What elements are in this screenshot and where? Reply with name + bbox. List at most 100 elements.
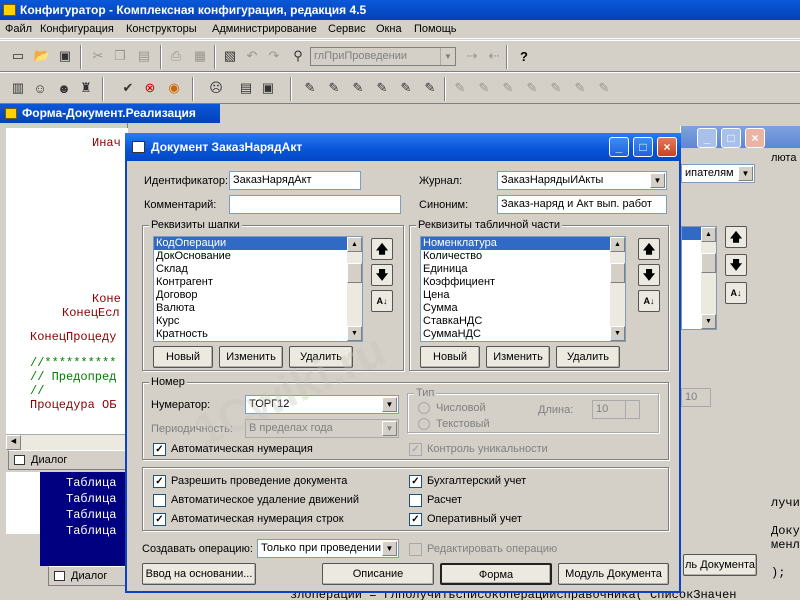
scroll-down-icon[interactable]: ▼ (610, 326, 625, 341)
preview-icon[interactable]: ▦ (190, 46, 210, 66)
wizard-1-icon[interactable]: ✎ (300, 78, 320, 98)
form-designer-icon[interactable]: ▣ (258, 78, 278, 98)
scroll-down-icon[interactable]: ▼ (347, 326, 362, 341)
chevron-down-icon[interactable]: ▼ (382, 541, 397, 556)
header-move-up-button[interactable]: 🡅 (371, 238, 393, 260)
header-attrs-scrollbar[interactable]: ▲ ▼ (347, 237, 362, 341)
wizard-8-icon[interactable]: ✎ (474, 78, 494, 98)
wizard-4-icon[interactable]: ✎ (372, 78, 392, 98)
menu-designers[interactable]: Конструкторы (126, 23, 197, 35)
table-new-button[interactable]: Новый (420, 346, 480, 368)
comment-input[interactable] (229, 195, 401, 214)
list-item[interactable]: Единица (421, 263, 625, 276)
spinner-arrows-icon[interactable] (625, 401, 639, 418)
list-item[interactable]: Кратность (154, 328, 362, 341)
report-designer-icon[interactable]: ▤ (236, 78, 256, 98)
config-tree-icon[interactable]: ▥ (8, 78, 28, 98)
synonym-input[interactable]: Заказ-наряд и Акт вып. работ (497, 195, 667, 214)
find-icon[interactable]: ⚲ (288, 46, 308, 66)
list-item[interactable]: Склад (154, 263, 362, 276)
wizard-11-icon[interactable]: ✎ (546, 78, 566, 98)
numerator-select[interactable]: ТОРГ12 ▼ (245, 395, 399, 414)
header-delete-button[interactable]: Удалить (289, 346, 353, 368)
list-item[interactable]: Коэффициент (421, 276, 625, 289)
wizard-12-icon[interactable]: ✎ (570, 78, 590, 98)
chevron-down-icon[interactable]: ▼ (382, 397, 397, 412)
accounting-checkbox[interactable]: ✓ (409, 475, 422, 488)
operational-checkbox[interactable]: ✓ (409, 513, 422, 526)
cut-icon[interactable]: ✂ (88, 46, 108, 66)
undo-icon[interactable]: ↶ (242, 46, 262, 66)
close-icon[interactable]: × (745, 128, 765, 148)
menu-administration[interactable]: Администрирование (212, 23, 317, 35)
length-spinner[interactable]: 10 (592, 400, 640, 419)
form-window-title-bar[interactable]: Форма-Документ.Реализация (0, 104, 220, 123)
list-item[interactable]: Номенклатура (421, 237, 625, 250)
form-button[interactable]: Форма (440, 563, 552, 585)
menu-help[interactable]: Помощь (414, 23, 457, 35)
wizard-7-icon[interactable]: ✎ (450, 78, 470, 98)
scroll-left-icon[interactable]: ◀ (6, 435, 21, 450)
chevron-down-icon[interactable]: ▼ (738, 166, 753, 181)
scroll-thumb[interactable] (347, 263, 362, 283)
properties-icon[interactable]: ▧ (220, 46, 240, 66)
type-text-radio[interactable] (418, 418, 430, 430)
help-icon[interactable]: ? (514, 46, 534, 66)
edit-operation-checkbox[interactable] (409, 543, 422, 556)
scroll-up-icon[interactable]: ▲ (347, 237, 362, 252)
scroll-down-icon[interactable]: ▼ (701, 314, 716, 329)
chevron-down-icon[interactable]: ▼ (440, 48, 455, 65)
table-attrs-scrollbar[interactable]: ▲ ▼ (610, 237, 625, 341)
list-item[interactable]: Сумма (421, 302, 625, 315)
document-module-button[interactable]: Модуль Документа (558, 563, 669, 585)
list-item[interactable]: СтавкаНДС (421, 315, 625, 328)
user-icon[interactable]: ☹ (206, 78, 226, 98)
bg-document-module-button[interactable]: ль Документа (683, 554, 757, 576)
allow-posting-checkbox[interactable]: ✓ (153, 475, 166, 488)
header-attrs-list[interactable]: КодОперации ДокОснование Склад Контраген… (153, 236, 363, 342)
table-move-up-button[interactable]: 🡅 (638, 238, 660, 260)
menu-file[interactable]: Файл (5, 23, 32, 35)
header-sort-button[interactable]: A↓ (371, 290, 393, 312)
dialog-title-bar[interactable]: Документ ЗаказНарядАкт _ □ × (125, 133, 681, 161)
list-item[interactable]: Курс (154, 315, 362, 328)
uniqueness-checkbox[interactable]: ✓ (409, 443, 422, 456)
list-item[interactable]: Валюта (154, 302, 362, 315)
wizard-5-icon[interactable]: ✎ (396, 78, 416, 98)
stop-icon[interactable]: ⊗ (140, 78, 160, 98)
table-edit-button[interactable]: Изменить (486, 346, 550, 368)
paste-icon[interactable]: ▤ (134, 46, 154, 66)
syntax-check-icon[interactable]: ✔ (118, 78, 138, 98)
table-attrs-list[interactable]: Номенклатура Количество Единица Коэффици… (420, 236, 626, 342)
wizard-10-icon[interactable]: ✎ (522, 78, 542, 98)
bg-list[interactable]: ▲ ▼ (681, 226, 717, 330)
wizard-9-icon[interactable]: ✎ (498, 78, 518, 98)
maximize-icon[interactable]: □ (721, 128, 741, 148)
list-item[interactable]: ДокОснование (154, 250, 362, 263)
wizard-2-icon[interactable]: ✎ (324, 78, 344, 98)
tab-dialog[interactable]: Диалог (8, 450, 126, 470)
maximize-icon[interactable]: □ (633, 137, 653, 157)
chevron-down-icon[interactable]: ▼ (382, 421, 397, 436)
list-item[interactable]: СуммаНДС (421, 328, 625, 341)
table-move-down-button[interactable]: 🡇 (638, 264, 660, 286)
table-delete-button[interactable]: Удалить (556, 346, 620, 368)
journal-select[interactable]: ЗаказНарядыИАкты ▼ (497, 171, 667, 190)
menu-windows[interactable]: Окна (376, 23, 402, 35)
menu-configuration[interactable]: Конфигурация (40, 23, 114, 35)
auto-number-rows-checkbox[interactable]: ✓ (153, 513, 166, 526)
bg-spin-field[interactable]: 10 (681, 388, 711, 407)
new-file-icon[interactable]: ▭ (8, 46, 28, 66)
scroll-up-icon[interactable]: ▲ (701, 227, 716, 242)
menu-service[interactable]: Сервис (328, 23, 366, 35)
copy-icon[interactable]: ❐ (110, 46, 130, 66)
wizard-13-icon[interactable]: ✎ (594, 78, 614, 98)
bg-combo[interactable]: ипателям ▼ (681, 164, 755, 183)
bg-move-up-button[interactable]: 🡅 (725, 226, 747, 248)
print-icon[interactable]: ⎙ (166, 46, 186, 66)
users-icon[interactable]: ☺ (30, 78, 50, 98)
horizontal-scrollbar[interactable]: ◀ (6, 434, 128, 450)
auto-delete-checkbox[interactable] (153, 494, 166, 507)
tab-dialog-lower[interactable]: Диалог (48, 566, 128, 586)
description-button[interactable]: Описание (322, 563, 434, 585)
